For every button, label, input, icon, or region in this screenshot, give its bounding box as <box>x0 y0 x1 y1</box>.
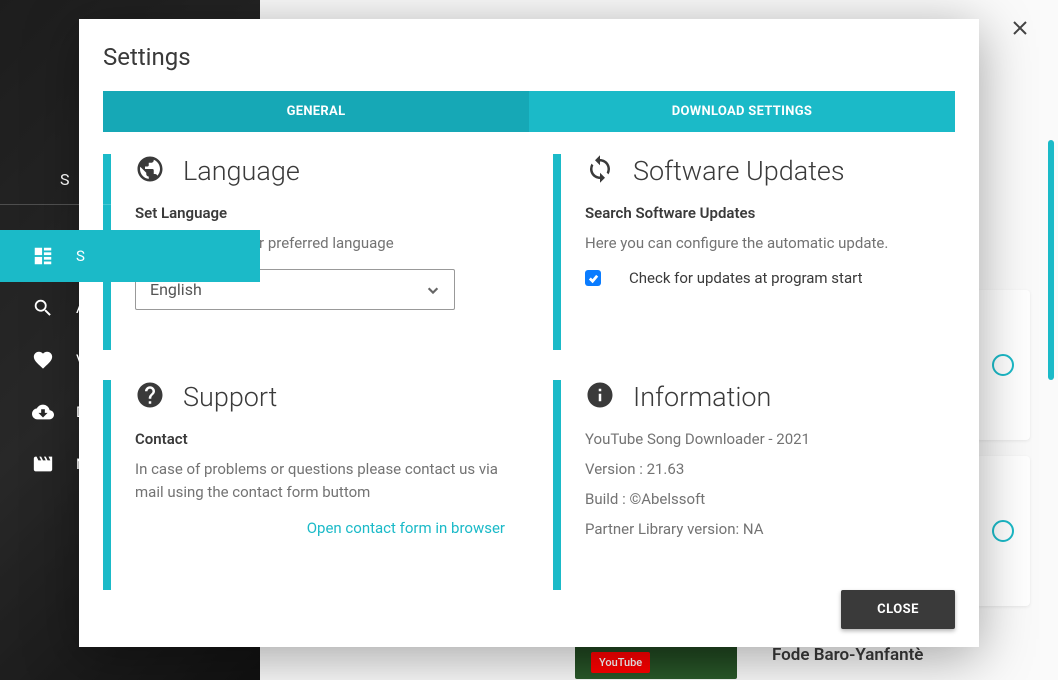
sidebar-search-letter: S <box>0 170 240 205</box>
chevron-down-icon <box>426 283 440 297</box>
tab-general[interactable]: GENERAL <box>103 91 529 132</box>
film-icon <box>32 453 54 475</box>
info-icon <box>585 380 615 414</box>
info-version: Version : 21.63 <box>585 460 955 478</box>
sidebar-item-label: S <box>76 247 85 265</box>
panel-information: Information YouTube Song Downloader - 20… <box>553 380 955 590</box>
close-button[interactable]: CLOSE <box>841 590 955 629</box>
checkbox-row: Check for updates at program start <box>585 269 955 287</box>
panel-description: Here you can configure the automatic upd… <box>585 232 955 255</box>
checkbox-updates[interactable] <box>585 270 601 286</box>
sidebar-item-label: N <box>76 455 87 473</box>
check-icon <box>588 273 599 284</box>
search-icon <box>32 297 54 319</box>
sidebar-item-label: A <box>76 299 86 317</box>
contact-link[interactable]: Open contact form in browser <box>135 519 505 537</box>
tab-download-settings[interactable]: DOWNLOAD SETTINGS <box>529 91 955 132</box>
modal-title: Settings <box>79 19 979 91</box>
card-stub <box>976 456 1030 606</box>
sidebar-item-3[interactable]: D <box>0 386 260 438</box>
sidebar-item-label: V <box>76 351 86 369</box>
youtube-badge: YouTube <box>591 652 650 673</box>
info-partner: Partner Library version: NA <box>585 520 955 538</box>
song-title: Fode Baro-Yanfantè <box>772 645 923 665</box>
info-app: YouTube Song Downloader - 2021 <box>585 430 955 448</box>
modal-footer: CLOSE <box>79 590 979 629</box>
card-stub <box>976 290 1030 440</box>
panel-updates: Software Updates Search Software Updates… <box>553 154 955 350</box>
scrollbar[interactable] <box>1048 140 1054 380</box>
panel-title: Software Updates <box>633 155 845 187</box>
panel-subtitle: Set Language <box>135 204 505 222</box>
download-circle-icon[interactable] <box>992 520 1014 542</box>
sidebar-item-4[interactable]: N <box>0 438 260 490</box>
info-list: YouTube Song Downloader - 2021 Version :… <box>585 430 955 538</box>
sidebar-item-2[interactable]: V <box>0 334 260 386</box>
refresh-icon <box>585 154 615 188</box>
close-icon[interactable] <box>1012 20 1028 40</box>
heart-icon <box>32 349 54 371</box>
sidebar-item-0[interactable]: S <box>0 230 260 282</box>
info-build: Build : ©Abelssoft <box>585 490 955 508</box>
grid-icon <box>32 245 54 267</box>
checkbox-label: Check for updates at program start <box>629 269 862 287</box>
sidebar-item-label: D <box>76 403 86 421</box>
cloud-download-icon <box>32 401 54 423</box>
download-circle-icon[interactable] <box>992 354 1014 376</box>
tabs: GENERAL DOWNLOAD SETTINGS <box>103 91 955 132</box>
content-cards <box>976 290 1030 622</box>
sidebar-item-1[interactable]: A <box>0 282 260 334</box>
panel-title: Information <box>633 381 771 413</box>
panel-subtitle: Search Software Updates <box>585 204 955 222</box>
